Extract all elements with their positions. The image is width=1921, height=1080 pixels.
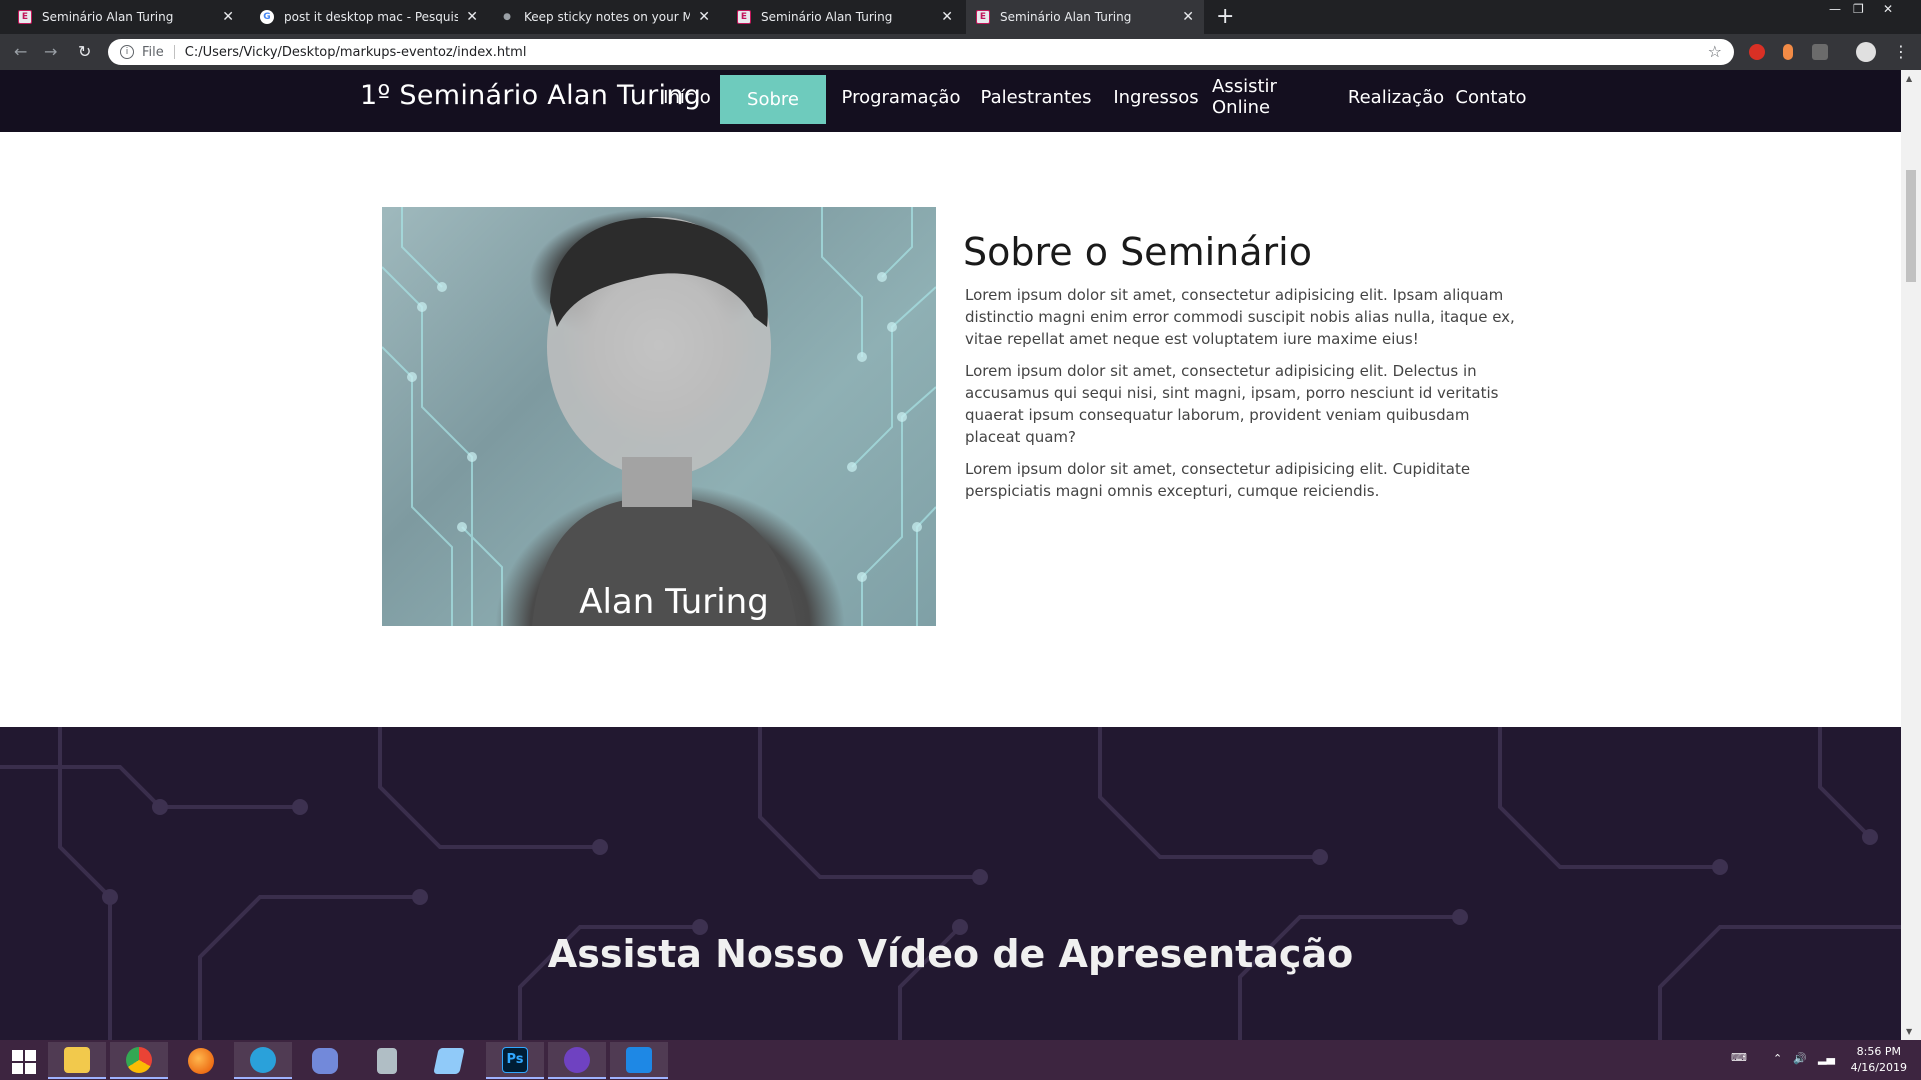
taskbar-chrome[interactable]: [110, 1042, 168, 1079]
taskbar-telegram[interactable]: [234, 1042, 292, 1079]
nav-link-sobre-active[interactable]: Sobre: [720, 75, 826, 124]
kebab-menu-icon[interactable]: ⋮: [1893, 42, 1909, 61]
nav-link-realizacao[interactable]: Realização: [1348, 70, 1444, 124]
system-clock[interactable]: 8:56 PM 4/16/2019: [1851, 1044, 1907, 1076]
browser-tab[interactable]: E Seminário Alan Turing ✕: [8, 0, 244, 34]
github-desktop-icon: [564, 1046, 590, 1073]
extension-icon[interactable]: [1812, 44, 1828, 60]
taskbar-photoshop[interactable]: Ps: [486, 1042, 544, 1079]
bookmark-star-icon[interactable]: ☆: [1708, 42, 1722, 61]
browser-tab[interactable]: G post it desktop mac - Pesquisa G ✕: [250, 0, 488, 34]
google-icon: G: [260, 10, 274, 24]
windows-taskbar: Ps ⌨ ⌃ 🔊 ▂▄ 8:56 PM 4/16/2019: [0, 1040, 1921, 1080]
e-logo-icon: E: [737, 10, 751, 24]
forward-arrow-icon[interactable]: →: [44, 42, 57, 61]
browser-tab[interactable]: ● Keep sticky notes on your Mac d ✕: [490, 0, 720, 34]
nav-link-palestrantes[interactable]: Palestrantes: [981, 70, 1092, 124]
close-icon[interactable]: ✕: [466, 9, 478, 25]
chrome-icon: [126, 1046, 152, 1073]
taskbar-calculator[interactable]: [358, 1042, 416, 1079]
new-tab-button[interactable]: +: [1216, 4, 1234, 29]
photoshop-icon: Ps: [502, 1046, 528, 1073]
site-brand[interactable]: 1º Seminário Alan Turing: [360, 80, 701, 111]
profile-avatar-icon[interactable]: [1856, 42, 1876, 62]
close-icon[interactable]: ✕: [222, 9, 234, 25]
video-section: Assista Nosso Vídeo de Apresentação: [0, 727, 1901, 1040]
about-paragraph: Lorem ipsum dolor sit amet, consectetur …: [965, 460, 1471, 500]
reload-icon[interactable]: ↻: [78, 42, 91, 61]
portrait-caption: Alan Turing: [579, 582, 769, 622]
scrollbar-thumb[interactable]: [1906, 170, 1916, 282]
divider: [173, 45, 175, 59]
show-hidden-icons-icon[interactable]: ⌃: [1773, 1052, 1782, 1065]
vscode-icon: [626, 1046, 652, 1073]
site-navbar: 1º Seminário Alan Turing Início Sobre Pr…: [0, 70, 1901, 132]
extension-icon[interactable]: [1783, 44, 1793, 60]
taskbar-vscode[interactable]: [610, 1042, 668, 1079]
close-icon[interactable]: ✕: [1182, 9, 1194, 25]
minimize-icon[interactable]: —: [1829, 2, 1841, 16]
extension-icon[interactable]: [1749, 44, 1765, 60]
close-icon[interactable]: ✕: [698, 9, 710, 25]
telegram-icon: [250, 1046, 276, 1073]
restore-icon[interactable]: ❐: [1853, 2, 1864, 16]
calculator-icon: [377, 1047, 397, 1074]
keyboard-icon[interactable]: ⌨: [1731, 1051, 1747, 1064]
alan-turing-portrait: Alan Turing: [382, 207, 936, 626]
taskbar-github-desktop[interactable]: [548, 1042, 606, 1079]
url-text[interactable]: C:/Users/Vicky/Desktop/markups-eventoz/i…: [185, 45, 527, 60]
nav-link-contato[interactable]: Contato: [1455, 70, 1526, 124]
page-scrollbar[interactable]: ▲ ▼: [1901, 70, 1921, 1040]
taskbar-firefox[interactable]: [172, 1042, 230, 1079]
clock-time: 8:56 PM: [1856, 1045, 1901, 1058]
browser-tab-active[interactable]: E Seminário Alan Turing ✕: [966, 0, 1204, 34]
about-paragraph: Lorem ipsum dolor sit amet, consectetur …: [965, 362, 1499, 446]
about-paragraph: Lorem ipsum dolor sit amet, consectetur …: [965, 286, 1515, 348]
nav-link-ingressos[interactable]: Ingressos: [1113, 70, 1198, 124]
circuit-background-graphic: [0, 727, 1901, 1040]
apple-icon: ●: [503, 12, 511, 22]
screen: E Seminário Alan Turing ✕ G post it desk…: [0, 0, 1921, 1080]
network-icon[interactable]: ▂▄: [1818, 1052, 1835, 1065]
discord-icon: [312, 1047, 338, 1074]
video-heading: Assista Nosso Vídeo de Apresentação: [547, 932, 1354, 976]
volume-icon[interactable]: 🔊: [1793, 1052, 1807, 1065]
taskbar-file-explorer[interactable]: [48, 1042, 106, 1079]
windows-start-icon[interactable]: [12, 1050, 36, 1074]
page-viewport: 1º Seminário Alan Turing Início Sobre Pr…: [0, 70, 1901, 1040]
circuit-pattern-graphic: [382, 207, 936, 626]
nav-link-assistir-online[interactable]: Assistir Online: [1212, 70, 1330, 124]
browser-tab-strip: E Seminário Alan Turing ✕ G post it desk…: [0, 0, 1921, 34]
nav-link-inicio[interactable]: Início: [662, 70, 712, 124]
file-explorer-icon: [64, 1046, 90, 1073]
taskbar-notepad[interactable]: [420, 1042, 478, 1079]
firefox-icon: [188, 1047, 214, 1074]
back-arrow-icon[interactable]: ←: [14, 42, 27, 61]
close-icon[interactable]: ✕: [941, 9, 953, 25]
address-bar[interactable]: i File C:/Users/Vicky/Desktop/markups-ev…: [108, 39, 1734, 65]
clock-date: 4/16/2019: [1850, 1061, 1907, 1074]
info-icon[interactable]: i: [120, 45, 134, 59]
scroll-up-icon[interactable]: ▲: [1906, 74, 1912, 83]
about-text: Lorem ipsum dolor sit amet, consectetur …: [965, 284, 1525, 512]
browser-toolbar: ← → ↻ i File C:/Users/Vicky/Desktop/mark…: [0, 34, 1921, 70]
e-logo-icon: E: [976, 10, 990, 24]
taskbar-discord[interactable]: [296, 1042, 354, 1079]
about-heading: Sobre o Seminário: [963, 230, 1312, 274]
browser-tab[interactable]: E Seminário Alan Turing ✕: [727, 0, 963, 34]
nav-link-programacao[interactable]: Programação: [842, 70, 961, 124]
scroll-down-icon[interactable]: ▼: [1906, 1027, 1912, 1036]
close-window-icon[interactable]: ✕: [1883, 2, 1893, 16]
notepad-icon: [433, 1047, 465, 1074]
e-logo-icon: E: [18, 10, 32, 24]
